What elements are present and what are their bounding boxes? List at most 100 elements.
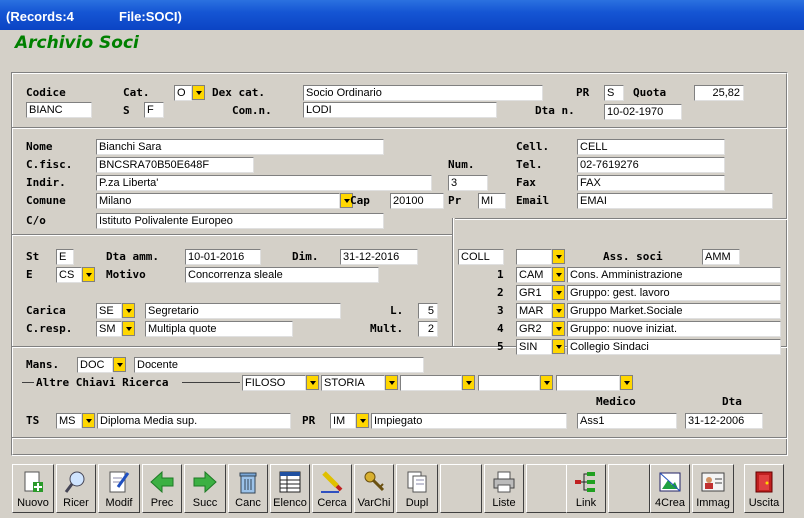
prec-button[interactable]: Prec xyxy=(142,464,182,513)
varchi-button[interactable]: VarChi xyxy=(354,464,394,513)
search-key-field[interactable]: STORIA xyxy=(321,375,385,391)
mans-dropdown-icon[interactable] xyxy=(113,357,126,372)
assoc-desc-field[interactable]: Gruppo: nuove iniziat. xyxy=(567,321,781,337)
assoc-dropdown-icon[interactable] xyxy=(552,339,565,354)
mans-label: Mans. xyxy=(26,358,60,371)
assoc-desc-field[interactable]: Gruppo: gest. lavoro xyxy=(567,285,781,301)
cfisc-field[interactable]: BNCSRA70B50E648F xyxy=(96,157,254,173)
tel-field[interactable]: 02-7619276 xyxy=(577,157,725,173)
link-button[interactable]: Link xyxy=(566,464,606,513)
pr3-field[interactable]: IM xyxy=(330,413,356,429)
search-key-field[interactable] xyxy=(478,375,540,391)
ts-dropdown-icon[interactable] xyxy=(82,413,95,428)
comn-field[interactable]: LODI xyxy=(303,102,497,118)
assoc-code-field[interactable]: GR2 xyxy=(516,321,552,337)
assoc-desc-field[interactable]: Gruppo Market.Sociale xyxy=(567,303,781,319)
email-field[interactable]: EMAI xyxy=(577,193,773,209)
search-key-dropdown-icon[interactable] xyxy=(385,375,398,390)
pr2-field[interactable]: MI xyxy=(478,193,506,209)
empty-button[interactable] xyxy=(440,464,482,513)
mans-field[interactable]: DOC xyxy=(77,357,113,373)
search-key-dropdown-icon[interactable] xyxy=(462,375,475,390)
assoc-code-field[interactable]: GR1 xyxy=(516,285,552,301)
mult-field[interactable]: 2 xyxy=(418,321,438,337)
st-label: St xyxy=(26,250,40,263)
modif-label: Modif xyxy=(105,497,133,509)
assoc-code-field[interactable]: CAM xyxy=(516,267,552,283)
dim-field[interactable]: 31-12-2016 xyxy=(340,249,418,265)
assoc-desc-field[interactable]: Collegio Sindaci xyxy=(567,339,781,355)
coll-select-field[interactable] xyxy=(516,249,552,265)
coll-field[interactable]: COLL xyxy=(458,249,504,265)
num-field[interactable]: 3 xyxy=(448,175,488,191)
fax-field[interactable]: FAX xyxy=(577,175,725,191)
search-key-dropdown-icon[interactable] xyxy=(620,375,633,390)
list-grid-icon xyxy=(279,471,301,493)
search-key-field[interactable]: FILOSO xyxy=(242,375,306,391)
co-label: C/o xyxy=(26,214,46,227)
cresp-desc-field[interactable]: Multipla quote xyxy=(145,321,293,337)
nome-field[interactable]: Bianchi Sara xyxy=(96,139,384,155)
medico-field[interactable]: Ass1 xyxy=(577,413,677,429)
dta-field[interactable]: 31-12-2006 xyxy=(685,413,763,429)
assoc-dropdown-icon[interactable] xyxy=(552,285,565,300)
codice-field[interactable]: BIANC xyxy=(26,102,92,118)
search-key-field[interactable] xyxy=(556,375,620,391)
dupl-button[interactable]: Dupl xyxy=(396,464,438,513)
s-label: S xyxy=(123,104,130,117)
pr3-dropdown-icon[interactable] xyxy=(356,413,369,428)
cresp-field[interactable]: SM xyxy=(96,321,122,337)
carica-dropdown-icon[interactable] xyxy=(122,303,135,318)
modif-button[interactable]: Modif xyxy=(98,464,140,513)
cat-dropdown-icon[interactable] xyxy=(192,85,205,100)
assoc-dropdown-icon[interactable] xyxy=(552,267,565,282)
cap-field[interactable]: 20100 xyxy=(390,193,444,209)
assoc-dropdown-icon[interactable] xyxy=(552,321,565,336)
ricer-button[interactable]: Ricer xyxy=(56,464,96,513)
pr3-desc-field[interactable]: Impiegato xyxy=(371,413,567,429)
e-dropdown-icon[interactable] xyxy=(82,267,95,282)
immag-button[interactable]: Immag xyxy=(692,464,734,513)
cat-field[interactable]: O xyxy=(174,85,192,101)
cell-field[interactable]: CELL xyxy=(577,139,725,155)
st-field[interactable]: E xyxy=(56,249,74,265)
ts-field[interactable]: MS xyxy=(56,413,82,429)
co-field[interactable]: Istituto Polivalente Europeo xyxy=(96,213,384,229)
liste-button[interactable]: Liste xyxy=(484,464,524,513)
assoc-desc-field[interactable]: Cons. Amministrazione xyxy=(567,267,781,283)
empty-button[interactable] xyxy=(526,464,568,513)
uscita-button[interactable]: Uscita xyxy=(744,464,784,513)
coll-dropdown-icon[interactable] xyxy=(552,249,565,264)
carica-field[interactable]: SE xyxy=(96,303,122,319)
e-field[interactable]: CS xyxy=(56,267,82,283)
canc-button[interactable]: Canc xyxy=(228,464,268,513)
succ-label: Succ xyxy=(192,497,218,509)
motivo-field[interactable]: Concorrenza sleale xyxy=(185,267,379,283)
s-field[interactable]: F xyxy=(144,102,164,118)
assoc-code-field[interactable]: MAR xyxy=(516,303,552,319)
comune-field[interactable]: Milano xyxy=(96,193,340,209)
indir-field[interactable]: P.za Liberta' xyxy=(96,175,432,191)
dtan-field[interactable]: 10-02-1970 xyxy=(604,104,682,120)
mans-desc-field[interactable]: Docente xyxy=(134,357,424,373)
dexcat-field[interactable]: Socio Ordinario xyxy=(303,85,543,101)
pr-field[interactable]: S xyxy=(604,85,624,101)
dtaamm-field[interactable]: 10-01-2016 xyxy=(185,249,261,265)
elenco-button[interactable]: Elenco xyxy=(270,464,310,513)
assoc-code-field[interactable]: SIN xyxy=(516,339,552,355)
succ-button[interactable]: Succ xyxy=(184,464,226,513)
search-key-dropdown-icon[interactable] xyxy=(306,375,319,390)
amm-field[interactable]: AMM xyxy=(702,249,740,265)
empty-button[interactable] xyxy=(608,464,650,513)
assoc-dropdown-icon[interactable] xyxy=(552,303,565,318)
l-field[interactable]: 5 xyxy=(418,303,438,319)
search-key-field[interactable] xyxy=(400,375,462,391)
cresp-dropdown-icon[interactable] xyxy=(122,321,135,336)
cerca-button[interactable]: Cerca xyxy=(312,464,352,513)
quota-field[interactable]: 25,82 xyxy=(694,85,744,101)
crea-button[interactable]: 4Crea xyxy=(650,464,690,513)
nuovo-button[interactable]: Nuovo xyxy=(12,464,54,513)
carica-desc-field[interactable]: Segretario xyxy=(145,303,341,319)
search-key-dropdown-icon[interactable] xyxy=(540,375,553,390)
ts-desc-field[interactable]: Diploma Media sup. xyxy=(97,413,291,429)
